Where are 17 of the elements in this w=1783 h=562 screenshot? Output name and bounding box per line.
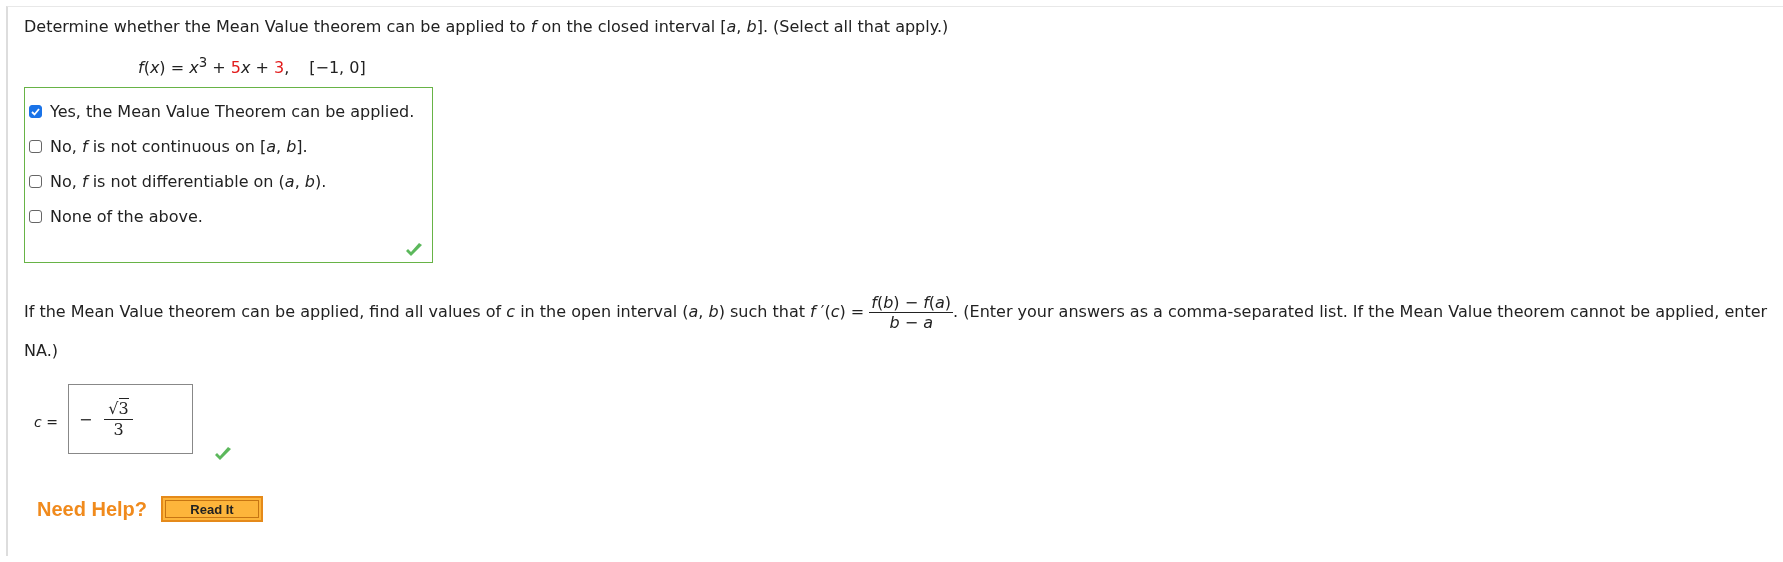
answer-label: c = [34,414,58,431]
check-mark-icon [404,242,424,259]
checkbox[interactable] [29,105,42,119]
checkbox[interactable] [29,175,42,189]
need-help-label: Need Help? [37,497,148,521]
function-formula: f(x) = x$^{3}$ + 5x + 3, [138,55,290,78]
interval-text: [−1, 0] [309,58,366,78]
instruction-text: If the Mean Value theorem can be applied, find all values of c in the open interval (a, b) such that f ′(c) = f(b) − f(a) b − a . (Enter your answers as a comma-separated list. If the Mean Value theorem cannot be applied, enter NA.) [24,293,1769,363]
answer-field[interactable]: − √3 3 [67,384,193,455]
choice-label: None of the above. [50,207,203,227]
choice-label: No, f is not differentiable on (a, b). [50,172,327,192]
checkbox[interactable] [29,140,42,154]
choice-label: No, f is not continuous on [a, b]. [50,137,308,157]
read-it-button[interactable]: Read It [161,496,264,523]
question-text: Determine whether the Mean Value theorem can be applied to f on the closed interval [a, b]. (Select all that apply.) [24,17,950,37]
checkbox[interactable] [29,210,42,224]
choice-label: Yes, the Mean Value Theorem can be applied. [50,102,415,122]
